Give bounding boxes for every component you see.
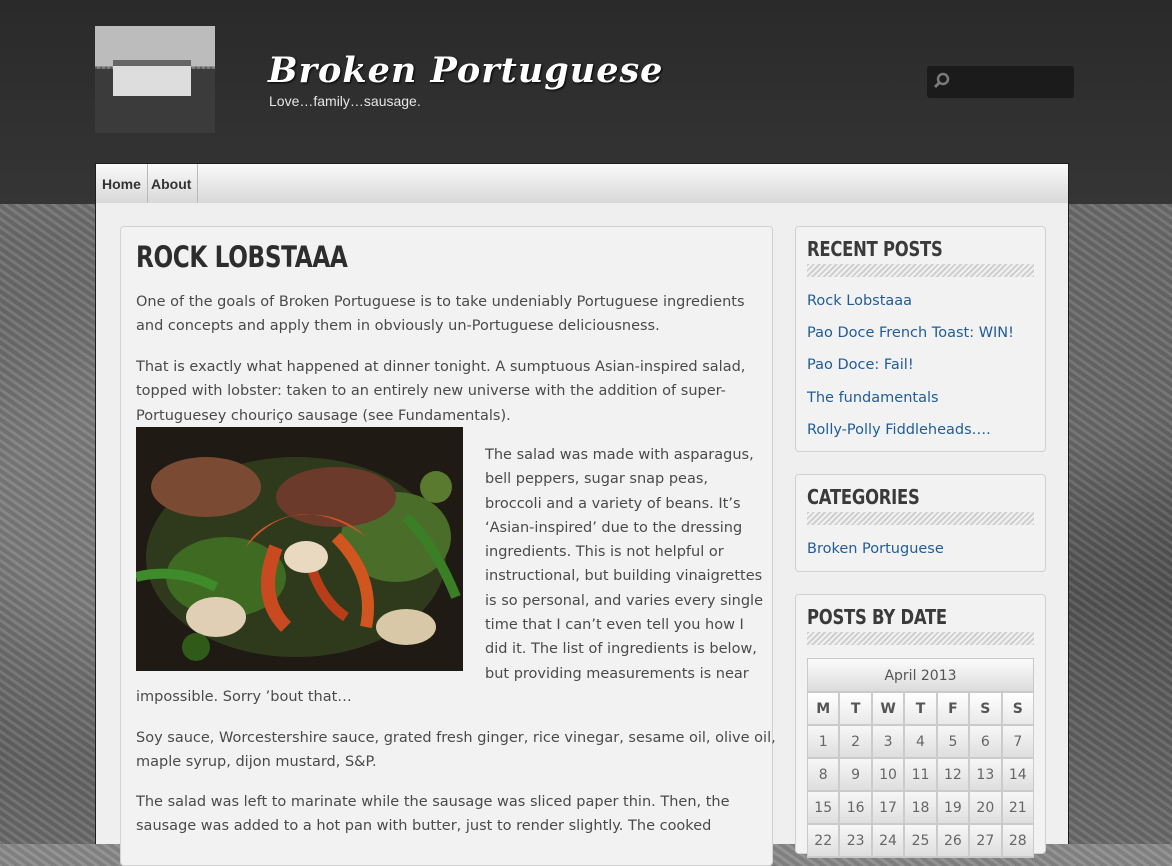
calendar-day[interactable]: 10 [871, 758, 905, 791]
text-line: ‘Asian-inspired’ due to the dressing [485, 519, 743, 536]
posts-by-date-title: POSTS BY DATE [807, 605, 947, 629]
text-line: The salad was left to marinate while the… [136, 794, 730, 810]
calendar-weekday: T [839, 692, 872, 725]
calendar-day[interactable]: 4 [904, 725, 937, 758]
calendar-day[interactable]: 6 [969, 725, 1002, 758]
calendar-day[interactable]: 16 [839, 791, 872, 824]
calendar-day[interactable]: 17 [871, 791, 905, 824]
calendar-day[interactable]: 7 [1001, 725, 1034, 758]
recent-post-link[interactable]: Rock Lobstaaa [807, 293, 912, 309]
recent-posts-title: RECENT POSTS [807, 237, 943, 261]
text-line: is so personal, and varies every single [485, 592, 763, 609]
calendar-day[interactable]: 23 [839, 824, 872, 857]
main-nav: Home About [95, 163, 1069, 204]
calendar-month-caption: April 2013 [807, 658, 1034, 692]
text-line: ingredients. This is not helpful or [485, 544, 724, 561]
recent-post-link[interactable]: Pao Doce: Fail! [807, 357, 914, 373]
calendar-day[interactable]: 18 [904, 791, 937, 824]
text-line: That is exactly what happened at dinner … [136, 359, 746, 375]
calendar-day[interactable]: 3 [871, 725, 905, 758]
text-line: One of the goals of Broken Portuguese is… [136, 294, 745, 310]
search-icon [933, 72, 950, 89]
post-paragraph-2: That is exactly what happened at dinner … [136, 355, 745, 428]
text-line: Soy sauce, Worcestershire sauce, grated … [136, 730, 776, 746]
text-line: but providing measurements is near [485, 665, 749, 682]
widget-divider [807, 264, 1034, 277]
text-line: did it. The list of ingredients is below… [485, 641, 757, 658]
post-paragraph-1: One of the goals of Broken Portuguese is… [136, 290, 745, 339]
calendar-day[interactable]: 24 [871, 824, 905, 857]
calendar-day[interactable]: 12 [936, 758, 970, 791]
calendar-day[interactable]: 15 [807, 791, 840, 824]
calendar-weekday: F [936, 692, 970, 725]
calendar-day[interactable]: 19 [936, 791, 970, 824]
text-line: sausage was added to a hot pan with butt… [136, 818, 712, 835]
calendar-day[interactable]: 5 [936, 725, 970, 758]
text-line: bell peppers, sugar snap peas, [485, 471, 709, 488]
text-line: impossible. Sorry ’bout that… [136, 689, 352, 705]
photo-illustration [136, 427, 463, 671]
text-line: The salad was made with asparagus, [485, 447, 754, 463]
calendar-weekday: T [904, 692, 937, 725]
lobster-salad-photo[interactable] [136, 427, 463, 671]
text-line: instructional, but building vinaigrettes [485, 568, 763, 585]
site-logo[interactable] [95, 26, 215, 133]
widget-divider [807, 632, 1034, 645]
calendar-day[interactable]: 1 [807, 725, 840, 758]
calendar-weekday: M [807, 692, 840, 725]
post-title[interactable]: ROCK LOBSTAAA [136, 240, 348, 274]
post-paragraph-4: Soy sauce, Worcestershire sauce, grated … [136, 726, 776, 775]
calendar-day[interactable]: 27 [969, 824, 1002, 857]
nav-item-about[interactable]: About [145, 164, 199, 204]
calendar-day[interactable]: 9 [839, 758, 872, 791]
calendar-day[interactable]: 20 [969, 791, 1002, 824]
calendar-day[interactable]: 25 [904, 824, 937, 857]
calendar-day[interactable]: 22 [807, 824, 840, 857]
recent-post-link[interactable]: Pao Doce French Toast: WIN! [807, 325, 1014, 341]
text-line: Portuguesey chouriço sausage (see Fundam… [136, 407, 511, 424]
site-title[interactable]: Broken Portuguese [268, 50, 663, 91]
calendar-day[interactable]: 11 [904, 758, 937, 791]
recent-post-link[interactable]: The fundamentals [807, 390, 939, 406]
nav-item-home[interactable]: Home [96, 164, 148, 204]
post-paragraph-3: The salad was made with asparagus, bell … [485, 443, 763, 686]
calendar-day[interactable]: 14 [1001, 758, 1034, 791]
post-paragraph-3-tail: impossible. Sorry ’bout that… [136, 685, 352, 709]
text-line: maple syrup, dijon mustard, S&P. [136, 754, 377, 771]
calendar-day[interactable]: 26 [936, 824, 970, 857]
text-line: and concepts and apply them in obviously… [136, 318, 660, 335]
calendar-weekday: S [1001, 692, 1034, 725]
text-line: time that I can’t even tell you how I [485, 617, 744, 634]
calendar-weekday: S [969, 692, 1002, 725]
calendar-day[interactable]: 8 [807, 758, 840, 791]
category-link[interactable]: Broken Portuguese [807, 541, 944, 557]
calendar-day[interactable]: 2 [839, 725, 872, 758]
categories-title: CATEGORIES [807, 485, 920, 509]
post-paragraph-5: The salad was left to marinate while the… [136, 790, 730, 839]
widget-divider [807, 512, 1034, 525]
calendar-day[interactable]: 13 [969, 758, 1002, 791]
site-tagline: Love…family…sausage. [269, 93, 421, 109]
calendar-day[interactable]: 28 [1001, 824, 1034, 857]
recent-post-link[interactable]: Rolly-Polly Fiddleheads…. [807, 422, 991, 438]
text-line: broccoli and a variety of beans. It’s [485, 495, 741, 512]
calendar-weekday: W [871, 692, 905, 725]
calendar-day[interactable]: 21 [1001, 791, 1034, 824]
text-line: topped with lobster: taken to an entirel… [136, 383, 726, 400]
